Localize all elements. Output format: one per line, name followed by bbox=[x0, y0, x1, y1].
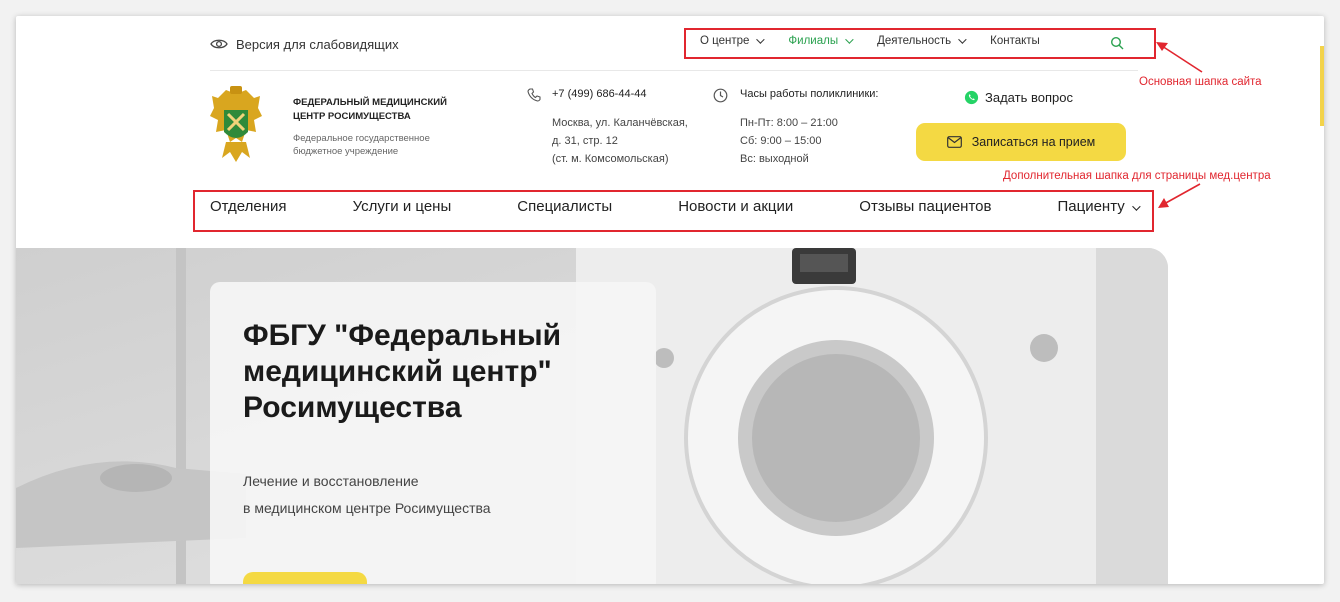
top-nav: О центре Филиалы Деятельность Контакты bbox=[700, 35, 1066, 47]
address-line: Москва, ул. Каланчёвская, bbox=[552, 117, 688, 129]
top-nav-item-contacts[interactable]: Контакты bbox=[990, 35, 1040, 47]
org-subtitle: Федеральное государственное бюджетное уч… bbox=[293, 133, 430, 157]
secondary-nav: Отделения Услуги и цены Специалисты Ново… bbox=[210, 198, 1141, 215]
phone-number[interactable]: +7 (499) 686-44-44 bbox=[552, 88, 646, 100]
hero-subtitle: Лечение и восстановление в медицинском ц… bbox=[243, 468, 623, 522]
low-vision-toggle[interactable]: Версия для слабовидящих bbox=[210, 36, 399, 52]
hero-cta-button[interactable] bbox=[243, 572, 367, 584]
envelope-icon bbox=[946, 136, 962, 148]
secondary-nav-item-news[interactable]: Новости и акции bbox=[678, 198, 793, 215]
search-icon[interactable] bbox=[1110, 36, 1124, 50]
hours-line: Вс: выходной bbox=[740, 153, 809, 165]
secondary-nav-label: Пациенту bbox=[1057, 198, 1125, 215]
hours-line: Пн-Пт: 8:00 – 21:00 bbox=[740, 117, 838, 129]
arrow-head-icon bbox=[1158, 198, 1169, 208]
hours-line: Сб: 9:00 – 15:00 bbox=[740, 135, 822, 147]
header-divider bbox=[210, 70, 1138, 71]
book-appointment-label: Записаться на прием bbox=[971, 135, 1096, 149]
chevron-down-icon bbox=[845, 35, 854, 44]
book-appointment-button[interactable]: Записаться на прием bbox=[916, 123, 1126, 161]
secondary-nav-item-specialists[interactable]: Специалисты bbox=[517, 198, 612, 215]
hero-subtitle-line: в медицинском центре Росимущества bbox=[243, 500, 491, 516]
whatsapp-icon bbox=[964, 90, 979, 105]
hero-banner: ФБГУ "Федеральный медицинский центр" Рос… bbox=[16, 248, 1168, 584]
top-nav-item-activity[interactable]: Деятельность bbox=[877, 35, 967, 47]
secondary-nav-item-services[interactable]: Услуги и цены bbox=[353, 198, 452, 215]
page-frame: Версия для слабовидящих О центре Филиалы… bbox=[16, 16, 1324, 584]
top-nav-label: Деятельность bbox=[877, 35, 952, 47]
arrow-head-icon bbox=[1156, 42, 1168, 51]
top-nav-label: Контакты bbox=[990, 35, 1040, 47]
top-nav-item-about[interactable]: О центре bbox=[700, 35, 766, 47]
address-line: д. 31, стр. 12 bbox=[552, 135, 618, 147]
secondary-nav-item-reviews[interactable]: Отзывы пациентов bbox=[859, 198, 991, 215]
hero-title: ФБГУ "Федеральный медицинский центр" Рос… bbox=[243, 319, 562, 424]
ask-question-label: Задать вопрос bbox=[985, 90, 1073, 105]
scroll-indicator[interactable] bbox=[1320, 46, 1324, 126]
clock-icon bbox=[713, 88, 728, 103]
hours-list: Пн-Пт: 8:00 – 21:00 Сб: 9:00 – 15:00 Вс:… bbox=[740, 114, 838, 168]
annotation-secondary-header: Дополнительная шапка для страницы мед.це… bbox=[1003, 170, 1271, 182]
hero-subtitle-line: Лечение и восстановление bbox=[243, 473, 419, 489]
phone-icon bbox=[527, 88, 541, 102]
chevron-down-icon bbox=[958, 35, 967, 44]
hero-card: ФБГУ "Федеральный медицинский центр" Рос… bbox=[210, 282, 656, 584]
secondary-nav-item-patient[interactable]: Пациенту bbox=[1057, 198, 1141, 215]
ask-question-link[interactable]: Задать вопрос bbox=[964, 90, 1073, 105]
address-line: (ст. м. Комсомольская) bbox=[552, 153, 669, 165]
low-vision-label: Версия для слабовидящих bbox=[236, 36, 399, 52]
org-name: Федеральный медицинский центр Росимущест… bbox=[293, 97, 447, 122]
hours-title: Часы работы поликлиники: bbox=[740, 88, 879, 100]
chevron-down-icon bbox=[756, 35, 766, 44]
address: Москва, ул. Каланчёвская, д. 31, стр. 12… bbox=[552, 114, 712, 168]
top-nav-label: О центре bbox=[700, 35, 750, 47]
eye-icon bbox=[210, 39, 228, 49]
top-nav-item-branches[interactable]: Филиалы bbox=[788, 35, 854, 47]
coat-of-arms-logo[interactable] bbox=[208, 86, 264, 166]
secondary-nav-item-departments[interactable]: Отделения bbox=[210, 198, 287, 215]
annotation-main-header: Основная шапка сайта bbox=[1139, 76, 1262, 88]
top-nav-label: Филиалы bbox=[788, 35, 839, 47]
